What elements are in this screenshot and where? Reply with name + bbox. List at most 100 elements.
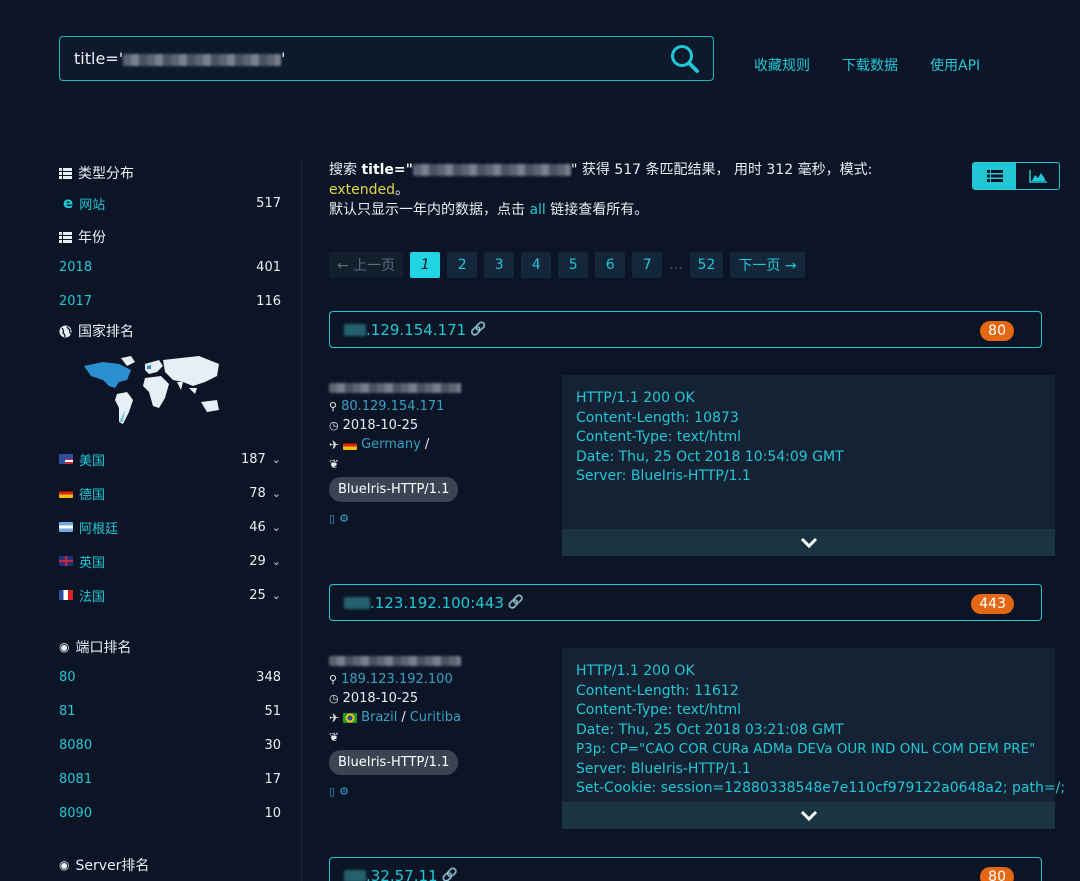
search-icon[interactable] <box>669 43 701 75</box>
sidebar-item-port-81[interactable]: 81 51 <box>59 694 281 728</box>
document-icon[interactable]: ▯ <box>329 512 335 525</box>
page-button-6[interactable]: 6 <box>595 252 626 278</box>
use-api-link[interactable]: 使用API <box>930 55 980 75</box>
chevron-down-icon[interactable]: ⌄ <box>272 487 281 500</box>
result-host[interactable]: .129.154.171 <box>366 321 466 339</box>
page-button-2[interactable]: 2 <box>447 252 478 278</box>
sidebar-item-argentina[interactable]: 阿根廷 46 ⌄ <box>59 510 281 544</box>
clock-icon: ◷ <box>329 419 339 432</box>
sidebar-item-2018[interactable]: 2018 401 <box>59 250 281 284</box>
list-view-button[interactable] <box>973 163 1016 189</box>
link-icon[interactable]: 🔗 <box>470 322 486 337</box>
type-section-title: 类型分布 <box>59 160 281 186</box>
port-badge[interactable]: 80 <box>980 321 1014 341</box>
result-host-bar[interactable]: .123.192.100:443 🔗 443 <box>329 584 1042 621</box>
favorite-rules-link[interactable]: 收藏规则 <box>754 55 810 75</box>
chevron-down-icon <box>800 810 817 821</box>
us-flag-icon <box>59 454 73 464</box>
sidebar-item-germany[interactable]: 德国 78 ⌄ <box>59 476 281 510</box>
main-content: 搜索 title=" " 获得 517 条匹配结果， 用时 312 毫秒，模式: … <box>329 160 1059 220</box>
search-query-suffix: ' <box>281 49 286 68</box>
search-input[interactable]: title=' ' <box>59 36 714 81</box>
result-ip[interactable]: 189.123.192.100 <box>341 672 453 687</box>
result-host-bar[interactable]: .129.154.171 🔗 80 <box>329 311 1042 348</box>
summary-prefix: 搜索 <box>329 162 362 178</box>
result-actions: ▯ ⚙ <box>329 785 544 798</box>
result-host[interactable]: .123.192.100:443 <box>370 594 504 612</box>
next-page-button[interactable]: 下一页 → <box>730 252 805 278</box>
list-icon <box>59 167 72 179</box>
page-button-4[interactable]: 4 <box>521 252 552 278</box>
link-icon[interactable]: 🔗 <box>442 868 458 881</box>
result-host[interactable]: .32.57.11 <box>366 867 438 881</box>
sidebar-item-2017[interactable]: 2017 116 <box>59 284 281 318</box>
country-link[interactable]: Brazil <box>361 710 397 725</box>
summary-query-label: title=" <box>361 162 413 178</box>
sidebar-item-count: 25 <box>249 587 266 603</box>
plane-icon: ✈ <box>329 710 340 725</box>
banner-line: Content-Length: 11612 <box>576 682 739 699</box>
sidebar-item-uk[interactable]: 英国 29 ⌄ <box>59 544 281 578</box>
link-icon[interactable]: 🔗 <box>508 595 524 610</box>
document-icon[interactable]: ▯ <box>329 785 335 798</box>
cogs-icon[interactable]: ⚙ <box>339 785 349 798</box>
cogs-icon[interactable]: ⚙ <box>339 512 349 525</box>
sidebar-item-label: 美国 <box>79 453 106 469</box>
target-icon: ◉ <box>59 640 70 654</box>
result-title-line <box>329 378 544 397</box>
chart-view-button[interactable] <box>1016 163 1059 189</box>
location-separator: / <box>424 437 430 452</box>
sidebar-item-usa[interactable]: 美国 187 ⌄ <box>59 442 281 476</box>
page-button-1[interactable]: 1 <box>410 252 441 278</box>
location-separator: / <box>401 710 406 725</box>
ip-line: ⚲ 80.129.154.171 <box>329 397 544 416</box>
server-badge[interactable]: BlueIris-HTTP/1.1 <box>329 750 459 775</box>
banner-line: Content-Length: 10873 <box>576 409 739 426</box>
leaf-line: ❦ <box>329 454 544 473</box>
page-button-3[interactable]: 3 <box>484 252 515 278</box>
banner-line: Set-Cookie: session=12880338548e7e110cf9… <box>576 780 1066 796</box>
result-ip[interactable]: 80.129.154.171 <box>341 399 444 414</box>
expand-banner-button[interactable] <box>562 802 1055 829</box>
type-section-label: 类型分布 <box>78 166 134 182</box>
sidebar-item-port-80[interactable]: 80 348 <box>59 660 281 694</box>
sidebar-item-label: 8080 <box>59 737 93 753</box>
port-badge[interactable]: 80 <box>980 867 1014 881</box>
sidebar-item-port-8081[interactable]: 8081 17 <box>59 762 281 796</box>
search-query[interactable]: title=' ' <box>74 49 286 68</box>
banner-line: HTTP/1.1 200 OK <box>576 663 695 679</box>
sidebar-item-website[interactable]: e 网站 517 <box>59 186 281 220</box>
result-host-bar[interactable]: .32.57.11 🔗 80 <box>329 857 1042 881</box>
prev-page-button[interactable]: ← 上一页 <box>329 252 404 278</box>
chevron-down-icon[interactable]: ⌄ <box>272 555 281 568</box>
download-data-link[interactable]: 下载数据 <box>842 55 898 75</box>
sidebar-item-label: 阿根廷 <box>79 521 119 537</box>
sidebar: 类型分布 e 网站 517 年份 2018 401 2017 116 国家排名 美… <box>59 160 281 878</box>
sidebar-item-port-8080[interactable]: 8080 30 <box>59 728 281 762</box>
banner-line: Date: Thu, 25 Oct 2018 03:21:08 GMT <box>576 721 844 738</box>
sidebar-item-count: 348 <box>256 669 281 685</box>
page-button-7[interactable]: 7 <box>632 252 663 278</box>
search-summary: 搜索 title=" " 获得 517 条匹配结果， 用时 312 毫秒，模式: … <box>329 160 1059 220</box>
sidebar-item-port-8090[interactable]: 8090 10 <box>59 796 281 830</box>
port-badge[interactable]: 443 <box>971 594 1014 614</box>
chevron-down-icon[interactable]: ⌄ <box>272 453 281 466</box>
summary-note-end: 链接查看所有。 <box>545 202 649 218</box>
page-button-5[interactable]: 5 <box>558 252 589 278</box>
all-link[interactable]: all <box>529 202 545 218</box>
page-button-last[interactable]: 52 <box>689 252 724 278</box>
chevron-down-icon[interactable]: ⌄ <box>272 589 281 602</box>
result-info: ⚲ 189.123.192.100 ◷ 2018-10-25 ✈ Brazil / C… <box>329 651 544 798</box>
expand-banner-button[interactable] <box>562 529 1055 556</box>
sidebar-item-count: 78 <box>249 485 266 501</box>
sidebar-item-france[interactable]: 法国 25 ⌄ <box>59 578 281 612</box>
city-link[interactable]: Curitiba <box>410 710 461 725</box>
redacted-text <box>344 869 366 881</box>
result-banner: HTTP/1.1 200 OK Content-Length: 10873 Co… <box>562 375 1055 556</box>
country-link[interactable]: Germany <box>361 437 421 452</box>
chevron-down-icon[interactable]: ⌄ <box>272 521 281 534</box>
server-badge[interactable]: BlueIris-HTTP/1.1 <box>329 477 459 502</box>
redacted-text <box>123 53 282 66</box>
sidebar-item-count: 517 <box>256 195 281 211</box>
page-ellipsis: ... <box>669 257 683 273</box>
